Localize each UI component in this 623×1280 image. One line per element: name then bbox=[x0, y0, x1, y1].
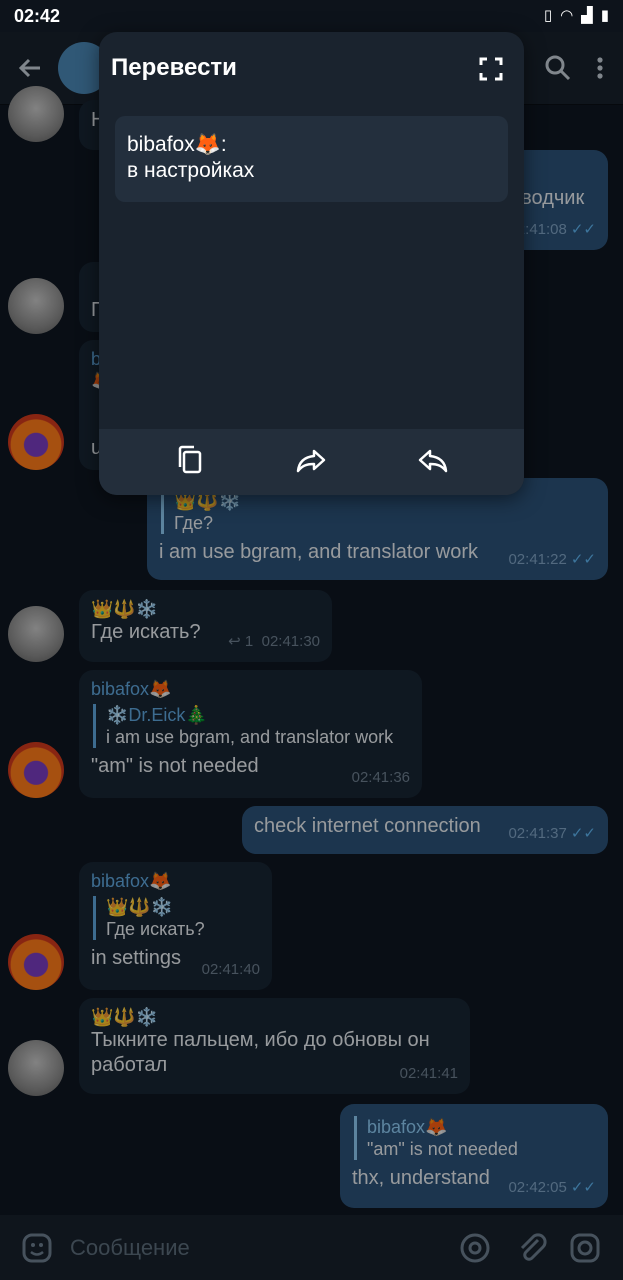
status-time: 02:42 bbox=[14, 6, 61, 26]
status-bar: 02:42 ▯ ◠ ▟ ▮ bbox=[0, 0, 623, 32]
translate-popup: Перевести bibafox🦊: в настройках bbox=[99, 32, 524, 495]
translated-text-box: bibafox🦊: в настройках bbox=[115, 116, 508, 202]
forward-icon[interactable] bbox=[294, 443, 330, 479]
battery-icon: ▮ bbox=[600, 7, 609, 24]
vibrate-icon: ▯ bbox=[543, 7, 553, 24]
reply-icon[interactable] bbox=[414, 443, 450, 479]
translated-sender: bibafox🦊: bbox=[127, 133, 227, 156]
expand-icon[interactable] bbox=[478, 56, 504, 82]
copy-icon[interactable] bbox=[173, 443, 209, 479]
popup-title: Перевести bbox=[111, 54, 237, 81]
translated-text: в настройках bbox=[127, 159, 255, 182]
popup-action-bar bbox=[99, 429, 524, 495]
signal-icon: ▟ bbox=[581, 7, 593, 24]
wifi-icon: ◠ bbox=[560, 7, 574, 24]
